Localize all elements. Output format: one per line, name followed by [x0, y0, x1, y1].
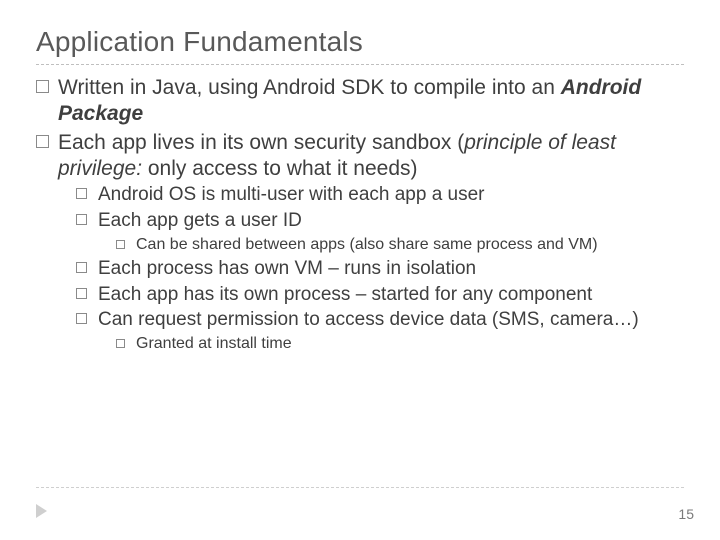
square-bullet-icon — [116, 339, 125, 348]
square-bullet-icon — [76, 313, 87, 324]
text: Each app gets a user ID — [98, 210, 302, 231]
arrow-right-icon — [36, 504, 47, 518]
sublist: Android OS is multi-user with each app a… — [76, 183, 684, 354]
list-item: Each process has own VM – runs in isolat… — [76, 257, 684, 281]
square-bullet-icon — [76, 262, 87, 273]
square-bullet-icon — [36, 135, 49, 148]
list-item: Can request permission to access device … — [76, 308, 684, 354]
text: Granted at install time — [136, 335, 292, 352]
text: Written in Java, using Android SDK to co… — [58, 76, 561, 99]
bullet-list: Written in Java, using Android SDK to co… — [36, 75, 684, 354]
title-divider — [36, 64, 684, 65]
list-item: Each app has its own process – started f… — [76, 283, 684, 307]
square-bullet-icon — [116, 240, 125, 249]
slide-title: Application Fundamentals — [36, 26, 684, 58]
list-item: Each app lives in its own security sandb… — [36, 130, 684, 354]
list-item: Each app gets a user ID Can be shared be… — [76, 209, 684, 255]
slide: Application Fundamentals Written in Java… — [0, 0, 720, 540]
list-item: Android OS is multi-user with each app a… — [76, 183, 684, 207]
sublist: Can be shared between apps (also share s… — [116, 235, 684, 255]
square-bullet-icon — [76, 288, 87, 299]
text: Can be shared between apps (also share s… — [136, 236, 598, 253]
sublist: Granted at install time — [116, 334, 684, 354]
text: only access to what it needs) — [142, 157, 417, 180]
text: Can request permission to access device … — [98, 309, 639, 330]
text: Each process has own VM – runs in isolat… — [98, 258, 476, 279]
square-bullet-icon — [36, 80, 49, 93]
footer-divider — [36, 487, 684, 488]
list-item: Can be shared between apps (also share s… — [116, 235, 684, 255]
list-item: Written in Java, using Android SDK to co… — [36, 75, 684, 126]
text: Android OS is multi-user with each app a… — [98, 184, 485, 205]
page-number: 15 — [678, 506, 694, 522]
square-bullet-icon — [76, 188, 87, 199]
square-bullet-icon — [76, 214, 87, 225]
text: Each app lives in its own security sandb… — [58, 131, 464, 154]
list-item: Granted at install time — [116, 334, 684, 354]
text: Each app has its own process – started f… — [98, 284, 592, 305]
